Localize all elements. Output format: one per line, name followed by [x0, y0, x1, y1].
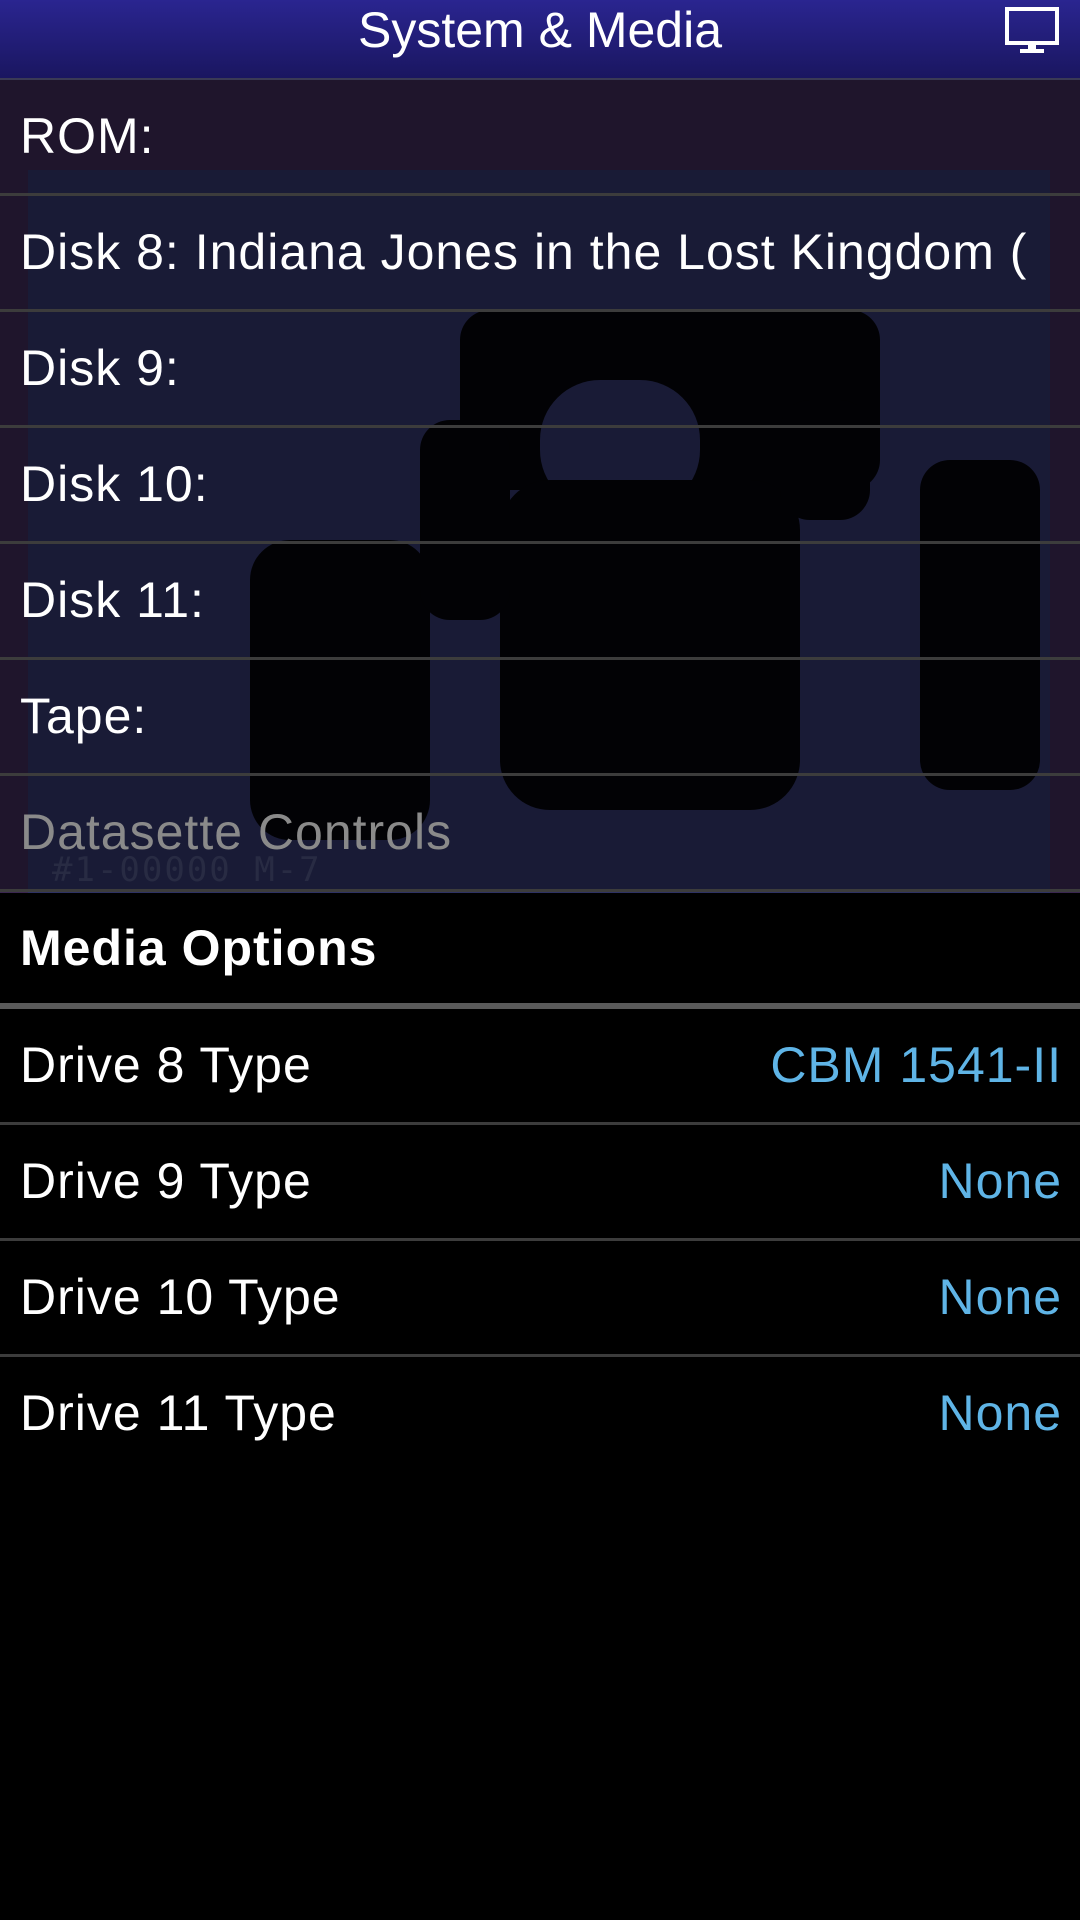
page-title: System & Media — [357, 2, 722, 58]
option-drive-8-type[interactable]: Drive 8 Type CBM 1541-II — [0, 1009, 1080, 1125]
media-item-label: Disk 11: — [20, 572, 205, 628]
app-header: System & Media — [0, 0, 1080, 80]
media-item-rom[interactable]: ROM: — [0, 80, 1080, 196]
section-title: Media Options — [20, 920, 378, 976]
media-item-label: Disk 10: — [20, 456, 209, 512]
media-item-disk-9[interactable]: Disk 9: — [0, 312, 1080, 428]
media-item-disk-8[interactable]: Disk 8: Indiana Jones in the Lost Kingdo… — [0, 196, 1080, 312]
media-item-disk-11[interactable]: Disk 11: — [0, 544, 1080, 660]
monitor-icon[interactable] — [1004, 6, 1060, 56]
option-drive-10-type[interactable]: Drive 10 Type None — [0, 1241, 1080, 1357]
option-value: None — [938, 1385, 1062, 1441]
section-header-media-options: Media Options — [0, 893, 1080, 1009]
option-label: Drive 8 Type — [20, 1037, 312, 1093]
option-value: CBM 1541-II — [770, 1037, 1062, 1093]
media-item-disk-10[interactable]: Disk 10: — [0, 428, 1080, 544]
media-item-label: ROM: — [20, 108, 155, 164]
option-drive-9-type[interactable]: Drive 9 Type None — [0, 1125, 1080, 1241]
media-item-label: Datasette Controls — [20, 804, 453, 860]
option-drive-11-type[interactable]: Drive 11 Type None — [0, 1357, 1080, 1473]
media-item-tape[interactable]: Tape: — [0, 660, 1080, 776]
option-label: Drive 11 Type — [20, 1385, 337, 1441]
media-item-label: Tape: — [20, 688, 148, 744]
option-label: Drive 10 Type — [20, 1269, 341, 1325]
option-value: None — [938, 1269, 1062, 1325]
media-item-label: Disk 8: Indiana Jones in the Lost Kingdo… — [20, 224, 1028, 280]
option-label: Drive 9 Type — [20, 1153, 312, 1209]
option-value: None — [938, 1153, 1062, 1209]
media-item-datasette-controls: Datasette Controls — [0, 776, 1080, 892]
media-item-label: Disk 9: — [20, 340, 180, 396]
